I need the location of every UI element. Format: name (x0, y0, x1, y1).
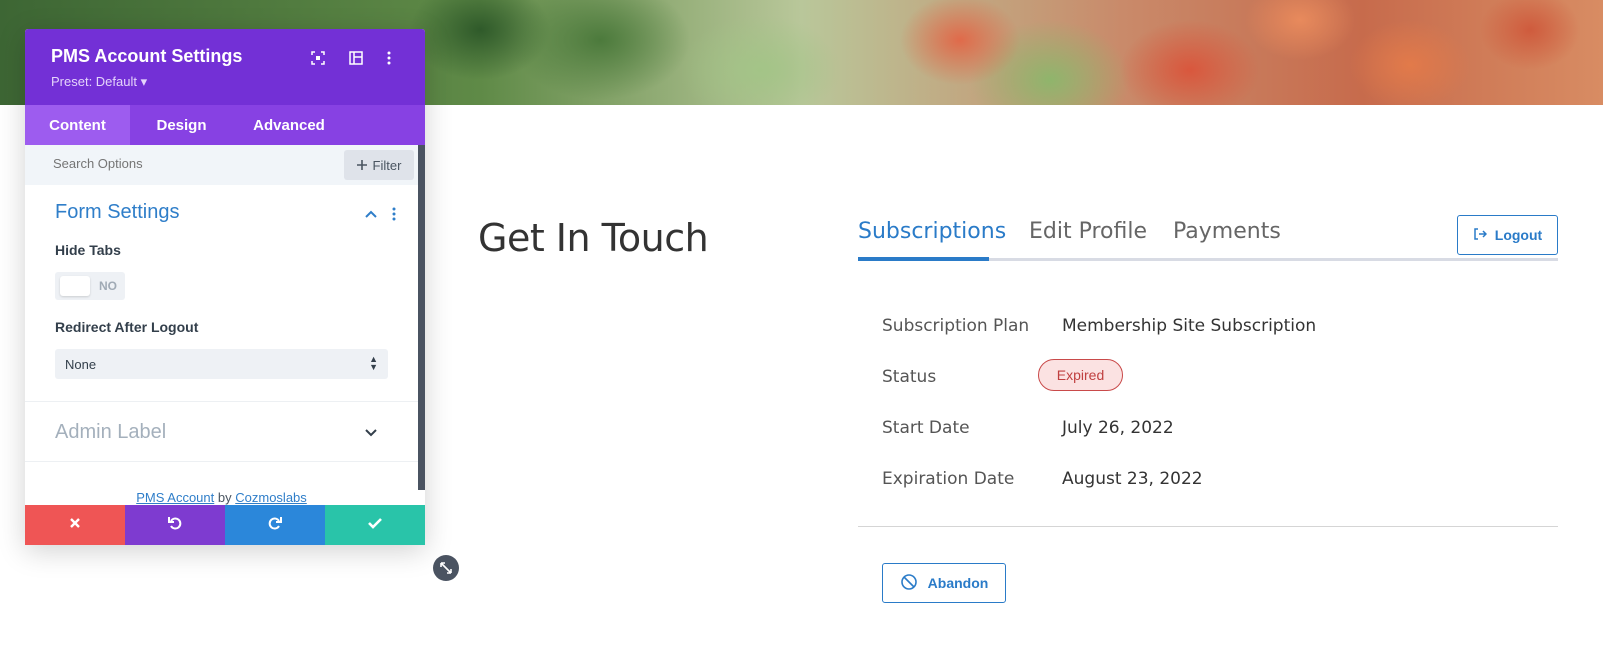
redirect-after-logout-select[interactable]: None ▲ ▼ (55, 349, 388, 379)
settings-panel: PMS Account Settings Preset: Default ▾ C… (25, 29, 459, 581)
tab-edit-profile[interactable]: Edit Profile (1029, 219, 1147, 244)
section-separator (25, 401, 418, 402)
select-value: None (65, 357, 97, 372)
undo-button[interactable] (125, 505, 225, 545)
layout-toggle-icon[interactable] (345, 47, 367, 69)
panel-scrollbar[interactable] (418, 145, 425, 490)
admin-label-toggle[interactable]: Admin Label (55, 421, 166, 444)
section-separator (25, 461, 418, 462)
detail-label: Subscription Plan (882, 316, 1030, 336)
select-arrows-icon: ▲ ▼ (369, 354, 378, 372)
fullscreen-icon[interactable] (307, 47, 329, 69)
pms-account-link[interactable]: PMS Account (136, 490, 214, 505)
page-heading: Get In Touch (478, 216, 709, 260)
tab-advanced[interactable]: Advanced (233, 105, 345, 145)
section-more-icon[interactable] (386, 206, 402, 222)
cozmoslabs-link[interactable]: Cozmoslabs (235, 490, 307, 505)
detail-value: July 26, 2022 (1062, 418, 1174, 438)
ban-icon (900, 573, 918, 594)
abandon-button[interactable]: Abandon (882, 563, 1006, 603)
tab-content[interactable]: Content (25, 105, 130, 145)
status-badge: Expired (1038, 359, 1123, 391)
filter-button[interactable]: Filter (344, 150, 414, 180)
preset-dropdown[interactable]: Preset: Default ▾ (51, 74, 147, 90)
logout-label: Logout (1494, 227, 1543, 243)
undo-icon (167, 515, 183, 536)
hide-tabs-label: Hide Tabs (55, 242, 121, 258)
tab-design[interactable]: Design (130, 105, 233, 145)
more-options-icon[interactable] (378, 47, 400, 69)
tab-subscriptions[interactable]: Subscriptions (858, 219, 1006, 244)
close-icon (69, 516, 81, 534)
detail-row-start-date: Start Date July 26, 2022 (882, 402, 1482, 452)
detail-row-expiration-date: Expiration Date August 23, 2022 (882, 453, 1482, 503)
redirect-after-logout-label: Redirect After Logout (55, 319, 199, 335)
chevron-up-icon[interactable] (363, 206, 379, 222)
detail-value: Membership Site Subscription (1062, 316, 1317, 336)
panel-actions (25, 505, 425, 545)
panel-title: PMS Account Settings (51, 46, 243, 66)
detail-label: Start Date (882, 418, 970, 438)
resize-handle-icon[interactable] (433, 555, 459, 581)
form-settings-toggle[interactable]: Form Settings (55, 201, 179, 224)
panel-header[interactable]: PMS Account Settings Preset: Default ▾ (25, 29, 425, 105)
abandon-label: Abandon (927, 575, 989, 591)
hide-tabs-toggle[interactable]: NO (55, 272, 125, 300)
module-credit: PMS Account by Cozmoslabs (25, 490, 418, 505)
detail-label: Expiration Date (882, 469, 1015, 489)
detail-value: August 23, 2022 (1062, 469, 1203, 489)
redo-button[interactable] (225, 505, 325, 545)
plus-icon (356, 158, 367, 173)
search-options-bar: Filter (25, 145, 418, 185)
save-button[interactable] (325, 505, 425, 545)
filter-label: Filter (372, 157, 402, 173)
credit-by: by (217, 490, 232, 505)
divider (858, 526, 1558, 527)
panel-tabs: Content Design Advanced (25, 105, 425, 145)
page: Get In Touch Subscriptions Edit Profile … (0, 0, 1603, 668)
detail-row-plan: Subscription Plan Membership Site Subscr… (882, 300, 1482, 350)
chevron-down-icon[interactable] (363, 425, 379, 441)
account-tabs: Subscriptions Edit Profile Payments (858, 210, 1558, 262)
check-icon (368, 516, 382, 534)
redo-icon (267, 515, 283, 536)
detail-row-status: Status Expired (882, 351, 1482, 401)
logout-icon (1473, 227, 1487, 244)
toggle-knob (60, 276, 90, 296)
tab-payments[interactable]: Payments (1173, 219, 1281, 244)
toggle-state: NO (99, 279, 117, 293)
search-options-input[interactable] (53, 156, 303, 171)
cancel-button[interactable] (25, 505, 125, 545)
detail-label: Status (882, 367, 937, 387)
logout-button[interactable]: Logout (1457, 215, 1558, 255)
active-tab-indicator (858, 257, 989, 261)
